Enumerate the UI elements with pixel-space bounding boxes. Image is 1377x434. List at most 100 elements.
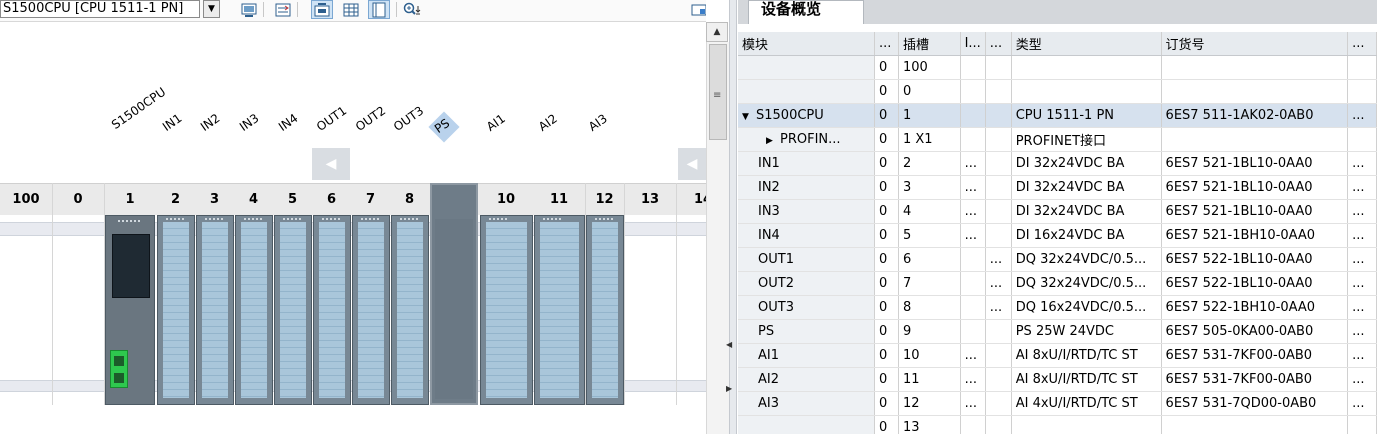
table-cell-slot: 4	[898, 199, 961, 224]
table-row[interactable]: IN2 0 3... DI 32x24VDC BA 6ES7 521-1BL10-0AA…	[738, 175, 1377, 200]
column-header[interactable]: ...	[874, 32, 899, 56]
module-label-ai1[interactable]: AI1	[484, 111, 508, 134]
slot-number: 2	[170, 192, 181, 207]
io-module-ai3[interactable]	[586, 215, 624, 405]
table-row[interactable]: OUT2 0 7... DQ 32x24VDC/0.5... 6ES7 522-1BL1…	[738, 271, 1377, 296]
slot-number: 0	[73, 192, 83, 207]
table-row[interactable]: IN3 0 4... DI 32x24VDC BA 6ES7 521-1BL10-0AA…	[738, 199, 1377, 224]
table-row[interactable]: OUT3 0 8... DQ 16x24VDC/0.5... 6ES7 522-1BH1…	[738, 295, 1377, 320]
table-cell-c1: 0	[874, 295, 899, 320]
table-row[interactable]: PS 0 9 PS 25W 24VDC 6ES7 505-0KA00-0AB0...	[738, 319, 1377, 344]
table-row[interactable]: 0 100	[738, 55, 1377, 80]
table-cell-c3	[960, 415, 986, 434]
module-name: OUT3	[758, 299, 794, 315]
tab-device-overview[interactable]: 设备概览	[748, 0, 864, 24]
table-cell-c3: ...	[960, 223, 986, 248]
table-cell-slot: 8	[898, 295, 961, 320]
module-label-in1[interactable]: IN1	[160, 111, 185, 134]
scroll-left-icon[interactable]: ◀	[312, 148, 350, 180]
io-module-in2[interactable]	[196, 215, 234, 405]
module-label-out2[interactable]: OUT2	[353, 103, 388, 134]
module-name: IN4	[758, 227, 780, 243]
table-cell-module	[738, 55, 875, 80]
module-name: IN1	[758, 155, 780, 171]
table-row[interactable]: AI3 0 12... AI 4xU/I/RTD/TC ST 6ES7 531-7QD0…	[738, 391, 1377, 416]
io-module-in3[interactable]	[235, 215, 273, 405]
column-header-type[interactable]: 类型	[1011, 32, 1162, 56]
table-cell-module: ▶ PROFIN...	[738, 127, 875, 152]
scroll-up-icon[interactable]: ▲	[706, 22, 728, 42]
vertical-scrollbar[interactable]: ≡	[706, 42, 729, 434]
module-label-in3[interactable]: IN3	[237, 111, 262, 134]
table-cell-c7: ...	[1347, 367, 1377, 392]
column-header[interactable]: I...	[960, 32, 986, 56]
table-cell-c7: ...	[1347, 271, 1377, 296]
module-label-s1500cpu[interactable]: S1500CPU	[109, 85, 168, 132]
io-module-out3[interactable]	[391, 215, 429, 405]
table-icon[interactable]	[340, 0, 362, 19]
topology-icon[interactable]	[272, 0, 294, 19]
expanded-triangle-icon[interactable]: ▼	[742, 112, 756, 122]
column-header[interactable]: ...	[1347, 32, 1377, 56]
pane-splitter[interactable]: ◀ ▶	[726, 0, 737, 434]
table-row[interactable]: 0 13	[738, 415, 1377, 434]
page-view-icon[interactable]	[368, 0, 390, 19]
table-row[interactable]: ▶ PROFIN... 0 1 X1 PROFINET接口	[738, 127, 1377, 152]
table-cell-type: DQ 32x24VDC/0.5...	[1011, 271, 1162, 296]
collapsed-triangle-icon[interactable]: ▶	[766, 136, 780, 146]
io-module-in1[interactable]	[157, 215, 195, 405]
column-header-slot[interactable]: 插槽	[898, 32, 961, 56]
module-name: AI1	[758, 347, 779, 363]
table-cell-slot: 9	[898, 319, 961, 344]
table-cell-module: AI2	[738, 367, 875, 392]
module-name: AI3	[758, 395, 779, 411]
table-cell-slot: 13	[898, 415, 961, 434]
io-module-ai1[interactable]	[480, 215, 533, 405]
module-label-in2[interactable]: IN2	[198, 111, 223, 134]
module-name: OUT2	[758, 275, 794, 291]
cpu-module[interactable]	[105, 215, 155, 405]
chevron-down-icon[interactable]: ▼	[203, 0, 220, 18]
module-label-in4[interactable]: IN4	[276, 111, 301, 134]
io-module-out1[interactable]	[313, 215, 351, 405]
io-module-in4[interactable]	[274, 215, 312, 405]
io-module-out2[interactable]	[352, 215, 390, 405]
profinet-port-icon[interactable]	[110, 350, 128, 388]
column-header-module[interactable]: 模块	[738, 32, 875, 56]
device-data-icon[interactable]	[688, 0, 706, 19]
table-row[interactable]: OUT1 0 6... DQ 32x24VDC/0.5... 6ES7 522-1BL1…	[738, 247, 1377, 272]
table-cell-c3: ...	[960, 175, 986, 200]
table-row[interactable]: ▼ S1500CPU 0 1 CPU 1511-1 PN 6ES7 511-1AK02-0…	[738, 103, 1377, 128]
collapse-arrow-icon[interactable]: ◀	[726, 340, 732, 349]
table-row[interactable]: 00	[738, 79, 1377, 104]
table-cell-c4	[985, 367, 1012, 392]
column-header-order-number[interactable]: 订货号	[1161, 32, 1349, 56]
table-row[interactable]: AI1 0 10... AI 8xU/I/RTD/TC ST 6ES7 531-7KF0…	[738, 343, 1377, 368]
column-header[interactable]: ...	[985, 32, 1012, 56]
table-cell-c1: 0	[874, 271, 899, 296]
table-cell-slot: 1	[898, 103, 961, 128]
module-label-ai2[interactable]: AI2	[536, 111, 560, 134]
io-module-ai2[interactable]	[534, 215, 585, 405]
table-cell-c1: 0	[874, 343, 899, 368]
table-row[interactable]: IN4 0 5... DI 16x24VDC BA 6ES7 521-1BH10-0AA…	[738, 223, 1377, 248]
ps-module[interactable]	[430, 183, 478, 405]
network-view-icon[interactable]	[238, 0, 260, 19]
table-cell-order	[1161, 79, 1349, 104]
rack-slot-header: 100 0 1 2 3 4 5 6 7 8 9 10 11 12 13 14	[0, 183, 706, 215]
module-label-out3[interactable]: OUT3	[391, 103, 426, 134]
zoom-icon[interactable]	[403, 0, 425, 19]
device-select[interactable]: S1500CPU [CPU 1511-1 PN]	[0, 0, 200, 18]
expand-arrow-icon[interactable]: ▶	[726, 384, 732, 393]
show-modules-icon[interactable]	[311, 0, 333, 19]
table-cell-c4	[985, 343, 1012, 368]
slot-number: 10	[496, 192, 516, 207]
slot-number: 100	[12, 192, 40, 207]
table-cell-type	[1011, 55, 1162, 80]
scroll-right-icon[interactable]: ◀	[678, 148, 706, 180]
table-row[interactable]: AI2 0 11... AI 8xU/I/RTD/TC ST 6ES7 531-7KF0…	[738, 367, 1377, 392]
module-label-out1[interactable]: OUT1	[314, 103, 349, 134]
table-row[interactable]: IN1 0 2... DI 32x24VDC BA 6ES7 521-1BL10-0AA…	[738, 151, 1377, 176]
table-cell-type: AI 4xU/I/RTD/TC ST	[1011, 391, 1162, 416]
module-label-ai3[interactable]: AI3	[586, 111, 610, 134]
